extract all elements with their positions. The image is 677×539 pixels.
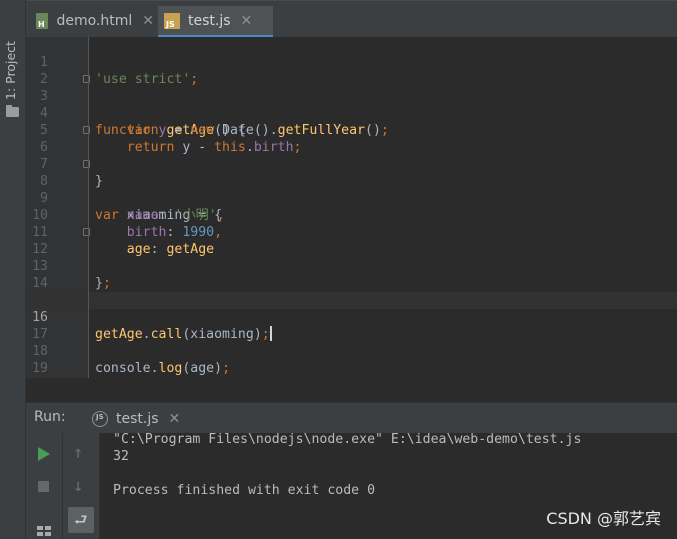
- code-line: 4 var y = new Date().getFullYear();: [40, 106, 389, 138]
- tab-demo-html[interactable]: H demo.html ✕: [30, 6, 154, 36]
- tab-test-js[interactable]: JS test.js ✕: [158, 6, 273, 38]
- html-file-icon: H: [36, 13, 49, 29]
- code-line: 6 }: [26, 122, 677, 189]
- arrow-down-icon[interactable]: ↓: [73, 476, 83, 496]
- soft-wrap-icon: ⮐: [74, 511, 88, 529]
- console-line: Process finished with exit code 0: [113, 483, 376, 498]
- code-editor[interactable]: 1 'use strict'; 2 3 function getAge() { …: [26, 37, 677, 378]
- code-line: 5 return y - this.birth;: [40, 123, 302, 155]
- code-line: 10 birth: 1990,: [32, 208, 223, 240]
- code-line: 2: [40, 72, 48, 87]
- code-line: 19: [32, 361, 48, 376]
- run-tab-test-js[interactable]: JS test.js ✕: [90, 403, 200, 434]
- code-line: 1 'use strict';: [40, 55, 199, 87]
- gutter-divider: [88, 37, 89, 378]
- tab-label: test.js: [188, 12, 231, 29]
- arrow-up-icon[interactable]: ↑: [73, 443, 83, 463]
- run-label: Run:: [34, 409, 66, 425]
- console-line: "C:\Program Files\nodejs\node.exe" E:\id…: [113, 432, 582, 447]
- project-tab-label: 1: Project: [3, 41, 18, 100]
- console-line: 32: [113, 449, 129, 464]
- editor-tab-bar: H demo.html ✕ JS test.js ✕: [26, 0, 677, 38]
- code-line: 12 };: [26, 224, 677, 291]
- tab-label: demo.html: [56, 13, 133, 29]
- project-tool-strip: 1: Project: [0, 0, 26, 539]
- close-icon[interactable]: ✕: [169, 411, 181, 427]
- code-line: 15: [26, 275, 677, 308]
- run-tab-label: test.js: [116, 410, 159, 427]
- run-toolbar: [26, 433, 63, 539]
- close-icon[interactable]: ✕: [142, 13, 154, 29]
- code-line: 17: [32, 327, 48, 342]
- rerun-play-icon[interactable]: [38, 447, 50, 461]
- project-tool-tab[interactable]: 1: Project: [0, 8, 25, 120]
- run-panel-header: Run: JS test.js ✕: [26, 402, 677, 433]
- run-output-toolbar: ↑ ↓ ⮐: [63, 433, 100, 539]
- code-line: 3 function getAge() {: [26, 71, 677, 138]
- code-line: 18 console.log(age);: [32, 344, 231, 376]
- code-line: 8 var xiaoming = {: [26, 156, 677, 223]
- editor-bottom-area: [26, 378, 677, 403]
- layout-icon[interactable]: [37, 526, 51, 536]
- code-line: 11 age: getAge: [32, 225, 215, 257]
- close-icon[interactable]: ✕: [241, 13, 253, 29]
- js-file-icon: JS: [164, 12, 180, 29]
- stop-icon[interactable]: [38, 481, 49, 492]
- watermark: CSDN @郭艺宾: [546, 509, 661, 528]
- code-line: 13: [32, 259, 48, 274]
- code-line-current: 16 getAge.call(xiaoming);: [26, 292, 677, 342]
- code-line: 14 var age = xiaoming.age();: [32, 276, 293, 308]
- folder-icon: [6, 105, 19, 117]
- code-line: 9 name: '小明',: [40, 191, 225, 223]
- code-line: 7: [40, 157, 48, 172]
- nodejs-icon: JS: [92, 410, 108, 427]
- soft-wrap-button[interactable]: ⮐: [68, 507, 94, 533]
